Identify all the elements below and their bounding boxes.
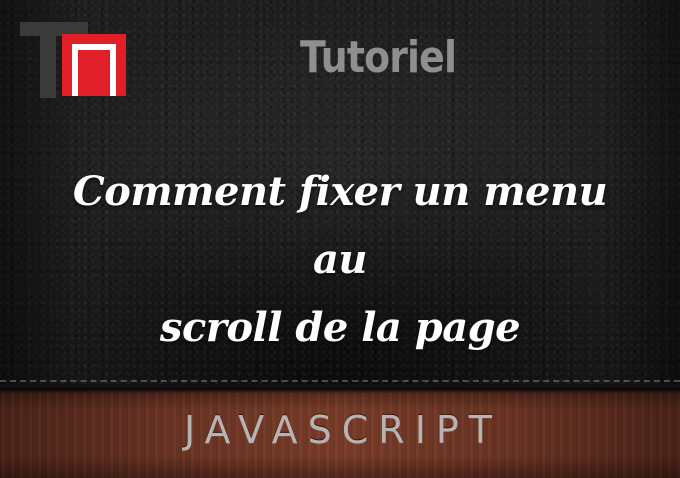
tutorial-title: Comment fixer un menu au scroll de la pa… (40, 158, 640, 362)
tutoriel-label: Tutoriel (300, 32, 457, 83)
tn-logo-icon (20, 22, 126, 98)
tutorial-title-line-2: scroll de la page (159, 304, 521, 351)
tutorial-banner: Tutoriel Comment fixer un menu au scroll… (0, 0, 680, 478)
tutorial-title-line-1: Comment fixer un menu au (72, 168, 608, 283)
band-seam-shadow (0, 388, 680, 394)
stitch-line (0, 380, 680, 382)
category-label: JAVASCRIPT (183, 408, 503, 452)
